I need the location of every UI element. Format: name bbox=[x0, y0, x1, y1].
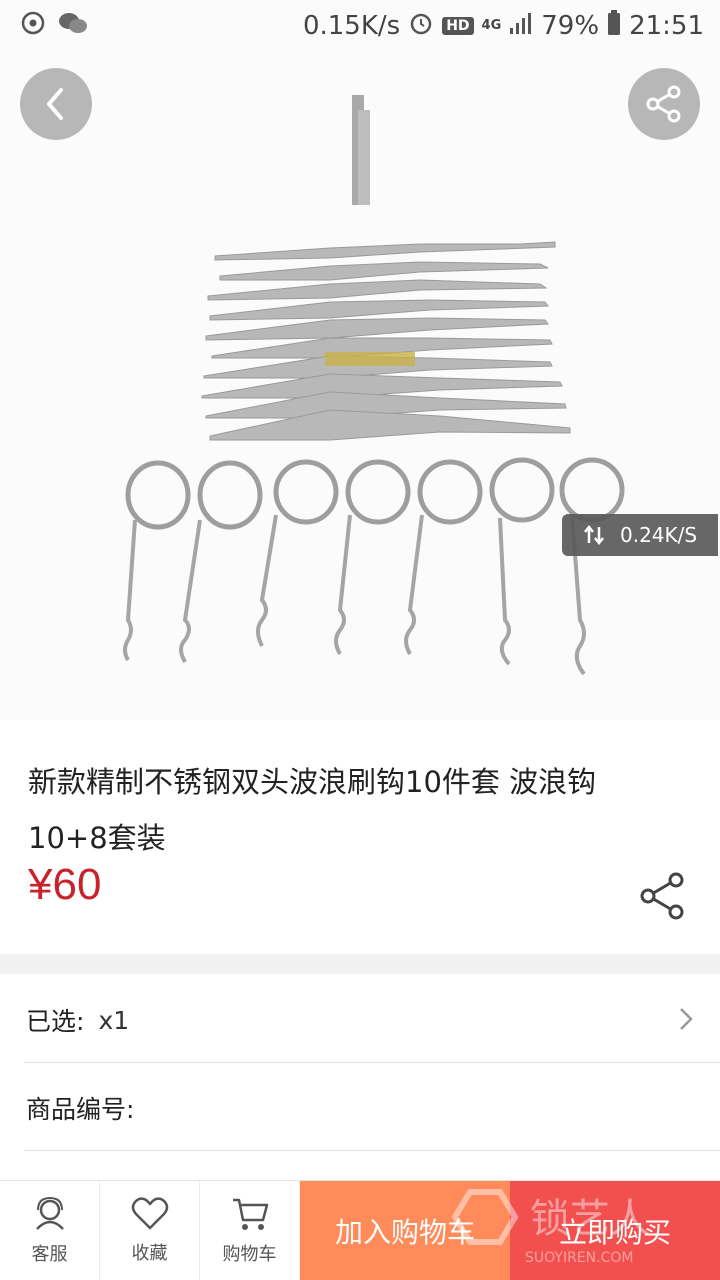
share-button[interactable] bbox=[628, 68, 700, 140]
network-speed: 0.15K/s bbox=[302, 11, 401, 41]
lock-pick-set-picture bbox=[123, 95, 625, 676]
wechat-icon bbox=[58, 10, 88, 43]
speed-toast: 0.24K/S bbox=[562, 514, 718, 556]
cart-button[interactable]: 购物车 bbox=[200, 1181, 300, 1280]
battery-percent: 79% bbox=[541, 11, 600, 41]
chevron-right-icon bbox=[680, 1008, 693, 1030]
network-type: 4G bbox=[481, 18, 502, 33]
back-button[interactable] bbox=[20, 68, 92, 140]
battery-icon bbox=[607, 9, 621, 43]
favorite-button[interactable]: 收藏 bbox=[100, 1181, 200, 1280]
sku-label: 商品编号: bbox=[26, 1095, 135, 1124]
status-bar: 0.15K/s HD 4G 79% 21:51 bbox=[0, 0, 720, 52]
bottom-action-bar: 客服 收藏 购物车 加入购物车 立即购买 bbox=[0, 1180, 720, 1280]
cart-label: 购物车 bbox=[222, 1244, 277, 1265]
chevron-left-icon bbox=[47, 88, 63, 120]
selected-label: 已选: bbox=[26, 1007, 85, 1036]
customer-service-label: 客服 bbox=[31, 1244, 68, 1265]
selected-quantity: x1 bbox=[98, 1005, 130, 1035]
section-divider bbox=[0, 954, 720, 974]
headset-icon bbox=[35, 1196, 64, 1230]
product-info: 新款精制不锈钢双头波浪刷钩10件套 波浪钩10+8套装 ¥60 bbox=[0, 720, 720, 954]
signal-icon bbox=[509, 11, 533, 41]
buy-now-button[interactable]: 立即购买 bbox=[510, 1181, 720, 1280]
add-to-cart-button[interactable]: 加入购物车 bbox=[300, 1181, 510, 1280]
product-price: ¥60 bbox=[28, 860, 102, 909]
speed-toast-text: 0.24K/S bbox=[620, 523, 698, 547]
share-icon bbox=[646, 85, 681, 123]
customer-service-button[interactable]: 客服 bbox=[0, 1181, 100, 1280]
browser-icon bbox=[20, 10, 46, 43]
product-title: 新款精制不锈钢双头波浪刷钩10件套 波浪钩10+8套装 bbox=[28, 765, 597, 855]
row-divider bbox=[24, 1150, 720, 1151]
favorite-label: 收藏 bbox=[131, 1243, 168, 1264]
alarm-icon bbox=[408, 10, 434, 43]
clock: 21:51 bbox=[629, 11, 704, 41]
shopping-cart-icon bbox=[232, 1198, 268, 1230]
swap-arrows-icon bbox=[584, 524, 604, 546]
row-divider bbox=[24, 1062, 720, 1063]
sku-row: 商品编号: bbox=[0, 1064, 720, 1152]
share-product-button[interactable] bbox=[636, 870, 688, 922]
hd-badge: HD bbox=[442, 17, 474, 35]
heart-icon bbox=[131, 1197, 168, 1230]
share-icon bbox=[640, 872, 684, 920]
product-image[interactable] bbox=[0, 0, 720, 720]
selected-option-row[interactable]: 已选: x1 bbox=[0, 976, 720, 1064]
